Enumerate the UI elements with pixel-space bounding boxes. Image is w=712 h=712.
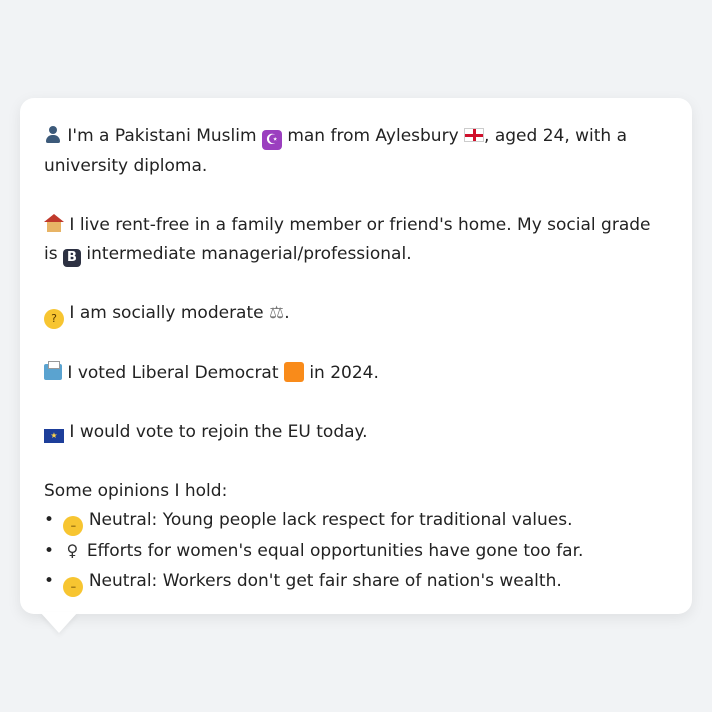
bullet: • bbox=[44, 510, 55, 530]
neutral-face-icon: – bbox=[63, 516, 84, 536]
bullet: • bbox=[44, 570, 55, 591]
housing-paragraph: I live rent-free in a family member or f… bbox=[44, 211, 668, 270]
identity-text-1: I'm a Pakistani Muslim bbox=[67, 126, 257, 146]
persona-card: I'm a Pakistani Muslim ☪ man from Aylesb… bbox=[20, 98, 692, 614]
balance-scale-icon: ⚖ bbox=[269, 303, 285, 323]
eu-paragraph: ★ I would vote to rejoin the EU today. bbox=[44, 418, 668, 448]
social-period: . bbox=[284, 303, 290, 323]
bullet: • bbox=[44, 541, 55, 561]
identity-paragraph: I'm a Pakistani Muslim ☪ man from Aylesb… bbox=[44, 122, 668, 181]
opinion-text: Neutral: Young people lack respect for t… bbox=[88, 510, 573, 530]
eu-flag-icon: ★ bbox=[44, 428, 64, 443]
speech-bubble-tail bbox=[40, 612, 78, 633]
vote-text-2: in 2024. bbox=[309, 362, 379, 383]
list-item: • – Neutral: Young people lack respect f… bbox=[44, 506, 668, 536]
opinion-text: Neutral: Workers don't get fair share of… bbox=[88, 570, 562, 591]
opinions-heading: Some opinions I hold: bbox=[44, 480, 228, 501]
neutral-face-icon: – bbox=[63, 576, 84, 597]
list-item: • – Neutral: Workers don't get fair shar… bbox=[44, 567, 668, 597]
star-and-crescent-icon: ☪ bbox=[261, 130, 282, 150]
thinking-face-icon: ? bbox=[44, 309, 64, 329]
orange-square-icon bbox=[283, 361, 304, 382]
ballot-box-icon bbox=[44, 360, 62, 380]
person-silhouette-icon bbox=[44, 125, 62, 143]
opinion-text: Efforts for women's equal opportunities … bbox=[86, 541, 584, 561]
social-paragraph: ? I am socially moderate ⚖. bbox=[44, 299, 668, 329]
social-text: I am socially moderate bbox=[69, 303, 264, 323]
female-sign-icon: ♀ bbox=[66, 541, 79, 560]
list-item: • ♀ Efforts for women's equal opportunit… bbox=[44, 536, 668, 567]
vote-text-1: I voted Liberal Democrat bbox=[67, 362, 279, 383]
b-button-icon: B bbox=[63, 249, 81, 267]
opinions-list: • – Neutral: Young people lack respect f… bbox=[44, 506, 668, 597]
social-grade-text: intermediate managerial/professional. bbox=[86, 244, 412, 264]
identity-text-2: man from Aylesbury bbox=[287, 126, 459, 146]
eu-text: I would vote to rejoin the EU today. bbox=[69, 421, 368, 442]
house-icon bbox=[44, 213, 64, 232]
england-flag-icon bbox=[464, 128, 485, 142]
vote-paragraph: I voted Liberal Democrat in 2024. bbox=[44, 359, 668, 389]
